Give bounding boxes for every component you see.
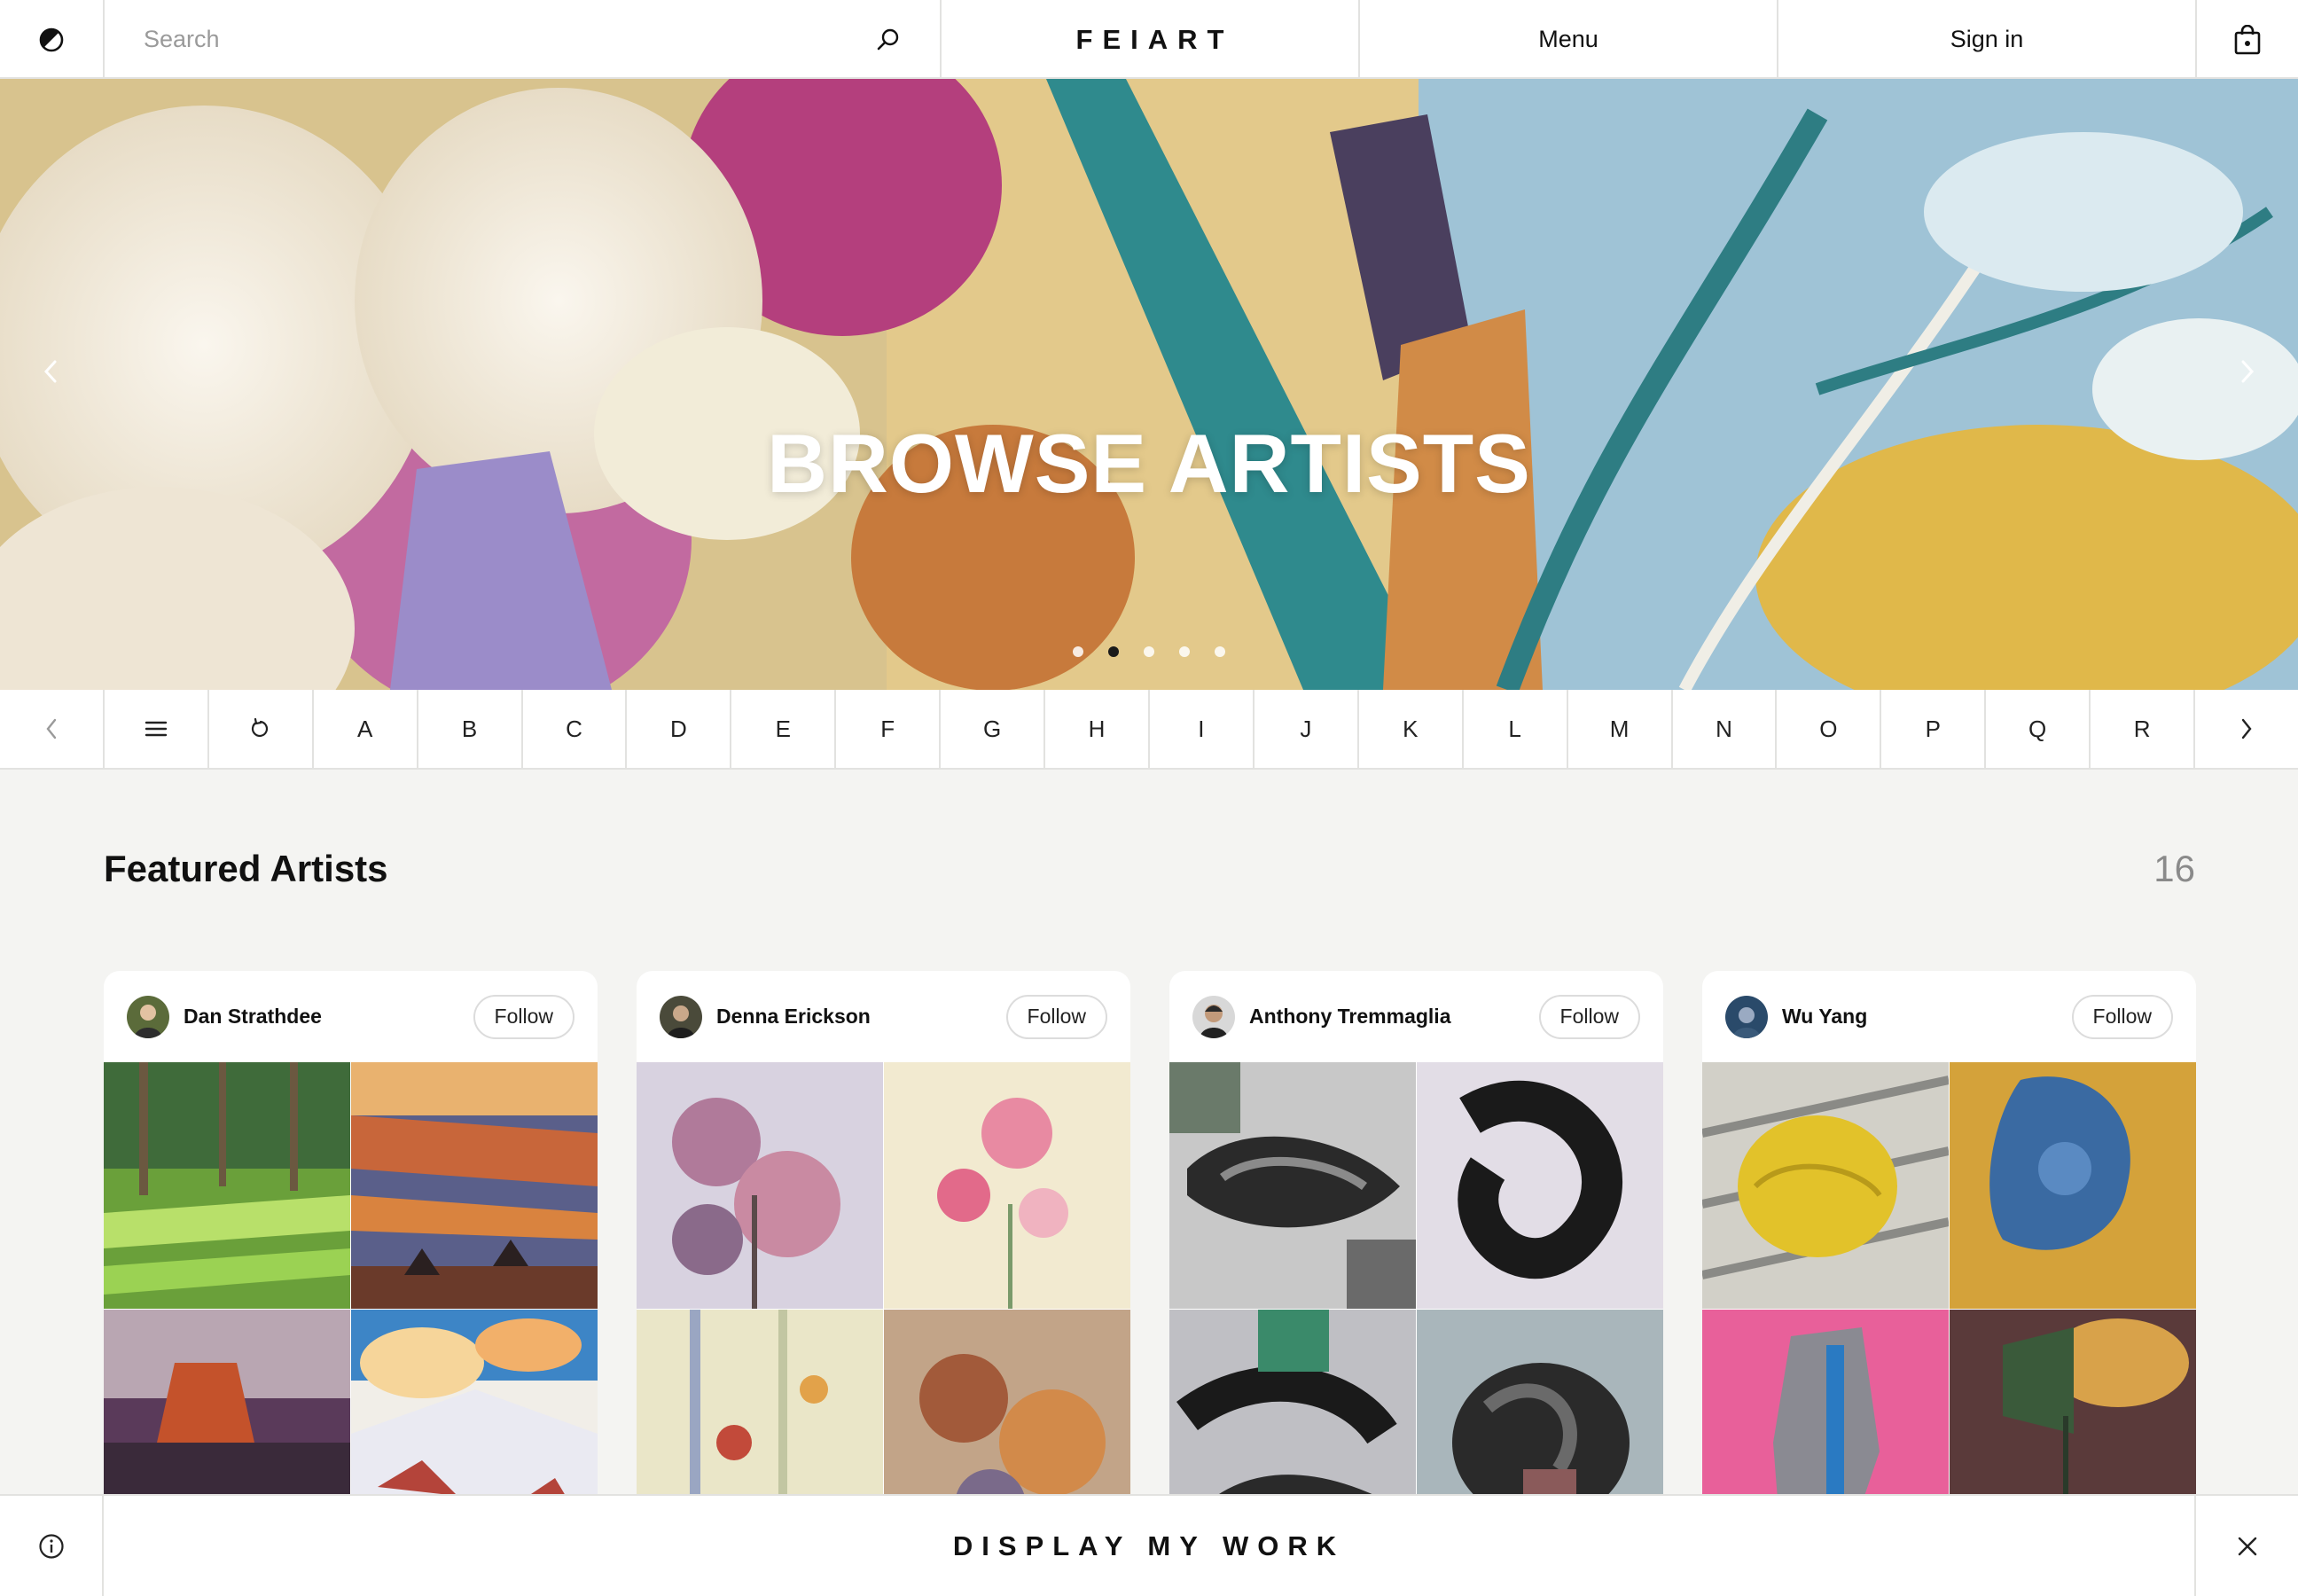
carousel-dot[interactable] (1073, 646, 1083, 657)
artist-name[interactable]: Dan Strathdee (184, 1005, 473, 1029)
theme-toggle-button[interactable] (0, 0, 105, 79)
hero-carousel: BROWSE ARTISTS (0, 79, 2298, 690)
alphabet-filter: A B C D E F G H I J K L M N O P Q R (0, 690, 2298, 770)
carousel-dot-active[interactable] (1108, 646, 1119, 657)
follow-button[interactable]: Follow (2071, 994, 2173, 1039)
artist-card-header: Denna Erickson Follow (637, 971, 1130, 1062)
letter-filter-e[interactable]: E (731, 690, 837, 768)
contrast-icon (39, 27, 64, 51)
avatar[interactable] (1192, 995, 1235, 1038)
search-icon[interactable] (876, 27, 901, 52)
artwork-thumbnail[interactable] (104, 1062, 350, 1309)
letter-filter-q[interactable]: Q (1986, 690, 2091, 768)
artist-name[interactable]: Anthony Tremmaglia (1249, 1005, 1539, 1029)
sign-in-button[interactable]: Sign in (1778, 0, 2197, 79)
search-input[interactable] (144, 26, 817, 53)
follow-button[interactable]: Follow (1538, 994, 1640, 1039)
carousel-dots (0, 646, 2298, 657)
letter-filter-h[interactable]: H (1045, 690, 1150, 768)
chevron-right-icon (2241, 718, 2252, 739)
carousel-dot[interactable] (1179, 646, 1190, 657)
follow-button[interactable]: Follow (473, 994, 574, 1039)
artwork-thumbnail[interactable] (1950, 1062, 2196, 1309)
letter-filter-b[interactable]: B (418, 690, 523, 768)
cart-button[interactable] (2197, 0, 2298, 79)
display-work-banner: DISPLAY MY WORK (0, 1494, 2298, 1596)
artist-name[interactable]: Wu Yang (1782, 1005, 2072, 1029)
letter-filter-c[interactable]: C (523, 690, 628, 768)
avatar[interactable] (660, 995, 702, 1038)
display-my-work-button[interactable]: DISPLAY MY WORK (104, 1496, 2194, 1596)
letter-filter-f[interactable]: F (836, 690, 942, 768)
search-bar (105, 0, 942, 79)
carousel-dot[interactable] (1215, 646, 1225, 657)
letter-filter-m[interactable]: M (1568, 690, 1673, 768)
letter-filter-g[interactable]: G (941, 690, 1046, 768)
avatar[interactable] (1725, 995, 1768, 1038)
site-logo[interactable]: FEIART (942, 0, 1360, 79)
artist-card-header: Wu Yang Follow (1702, 971, 2196, 1062)
chevron-right-icon (2241, 360, 2255, 383)
letter-filter-i[interactable]: I (1150, 690, 1255, 768)
refresh-icon (251, 718, 268, 738)
artwork-thumbnail[interactable] (1169, 1062, 1416, 1309)
alphabet-next-button[interactable] (2195, 690, 2298, 768)
letter-filter-j[interactable]: J (1255, 690, 1359, 768)
artwork-grid (637, 1062, 1130, 1556)
artwork-thumbnail[interactable] (637, 1062, 883, 1309)
letter-filter-n[interactable]: N (1673, 690, 1778, 768)
close-banner-button[interactable] (2194, 1496, 2298, 1596)
artwork-grid (1702, 1062, 2196, 1556)
artist-card-header: Dan Strathdee Follow (104, 971, 598, 1062)
follow-button[interactable]: Follow (1005, 994, 1107, 1039)
alphabet-prev-button[interactable] (0, 690, 105, 768)
artwork-grid (104, 1062, 598, 1556)
close-icon (2238, 1537, 2256, 1555)
menu-button[interactable]: Menu (1360, 0, 1778, 79)
artwork-thumbnail[interactable] (884, 1062, 1130, 1309)
letter-filter-d[interactable]: D (627, 690, 732, 768)
letter-filter-o[interactable]: O (1777, 690, 1882, 768)
artwork-grid (1169, 1062, 1663, 1556)
artist-card-header: Anthony Tremmaglia Follow (1169, 971, 1663, 1062)
list-view-button[interactable] (105, 690, 209, 768)
letter-filter-r[interactable]: R (2091, 690, 2196, 768)
hero-title: BROWSE ARTISTS (767, 417, 1531, 510)
carousel-dot[interactable] (1144, 646, 1154, 657)
shopping-bag-icon (2234, 24, 2261, 54)
avatar[interactable] (127, 995, 169, 1038)
hero-painting (0, 79, 2298, 690)
list-icon (145, 721, 168, 737)
letter-filter-a[interactable]: A (314, 690, 418, 768)
artwork-thumbnail[interactable] (1702, 1062, 1949, 1309)
featured-artists-heading: Featured Artists (104, 848, 388, 889)
info-icon (38, 1533, 64, 1559)
artwork-thumbnail[interactable] (351, 1062, 598, 1309)
top-navigation: FEIART Menu Sign in (0, 0, 2298, 79)
chevron-left-icon (43, 360, 57, 383)
chevron-left-icon (46, 718, 57, 739)
info-button[interactable] (0, 1496, 104, 1596)
artist-name[interactable]: Denna Erickson (716, 1005, 1006, 1029)
hero-next-button[interactable] (2220, 345, 2273, 398)
letter-filter-k[interactable]: K (1359, 690, 1464, 768)
hero-prev-button[interactable] (25, 345, 78, 398)
letter-filter-p[interactable]: P (1881, 690, 1987, 768)
artwork-thumbnail[interactable] (1417, 1062, 1663, 1309)
reset-filter-button[interactable] (209, 690, 314, 768)
letter-filter-l[interactable]: L (1464, 690, 1568, 768)
featured-artists-count: 16 (2153, 848, 2195, 889)
